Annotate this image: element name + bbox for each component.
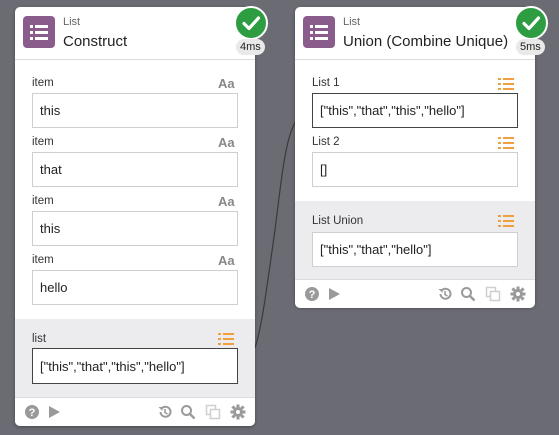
list-type-icon	[498, 137, 514, 149]
history-icon[interactable]	[437, 286, 453, 302]
output-section: list ["this","that","this","hello"]	[15, 319, 255, 397]
svg-text:?: ?	[29, 407, 36, 419]
item-input[interactable]: that	[32, 152, 238, 187]
execution-time-badge: 4ms	[236, 39, 265, 55]
list-1-input[interactable]: ["this","that","this","hello"]	[312, 93, 518, 128]
list-2-input[interactable]: []	[312, 152, 518, 187]
gear-icon[interactable]	[230, 404, 246, 420]
text-type-icon: Aa	[218, 253, 235, 268]
union-node[interactable]: List Union (Combine Unique) List 1 ["thi…	[295, 7, 535, 308]
text-type-icon: Aa	[218, 194, 235, 209]
node-header[interactable]: List Union (Combine Unique)	[295, 7, 535, 60]
node-title: Union (Combine Unique)	[343, 33, 509, 50]
input-label: item	[32, 136, 54, 148]
node-category: List	[63, 16, 81, 28]
input-label: List 1	[312, 77, 340, 89]
copy-icon[interactable]	[485, 286, 501, 302]
item-input[interactable]: this	[32, 211, 238, 246]
text-type-icon: Aa	[218, 135, 235, 150]
construct-node[interactable]: List Construct item Aa this item Aa that…	[15, 7, 255, 426]
list-node-icon	[23, 16, 55, 48]
svg-text:?: ?	[309, 289, 316, 301]
search-icon[interactable]	[460, 286, 476, 302]
play-icon[interactable]	[326, 286, 342, 302]
input-label: item	[32, 195, 54, 207]
node-header[interactable]: List Construct	[15, 7, 255, 60]
copy-icon[interactable]	[205, 404, 221, 420]
list-node-icon	[303, 16, 335, 48]
output-section: List Union ["this","that","hello"]	[295, 201, 535, 279]
output-label: List Union	[312, 215, 364, 227]
input-label: item	[32, 77, 54, 89]
list-type-icon	[498, 215, 514, 227]
node-category: List	[343, 16, 361, 28]
text-type-icon: Aa	[218, 76, 235, 91]
help-icon[interactable]: ?	[304, 286, 320, 302]
gear-icon[interactable]	[510, 286, 526, 302]
output-label: list	[32, 333, 47, 345]
history-icon[interactable]	[157, 404, 173, 420]
node-title: Construct	[63, 33, 128, 50]
input-label: item	[32, 254, 54, 266]
list-output[interactable]: ["this","that","this","hello"]	[32, 348, 238, 384]
play-icon[interactable]	[46, 404, 62, 420]
search-icon[interactable]	[180, 404, 196, 420]
success-check-icon	[514, 6, 548, 40]
execution-time-badge: 5ms	[516, 39, 545, 55]
help-icon[interactable]: ?	[24, 404, 40, 420]
node-toolbar: ?	[295, 279, 535, 308]
input-label: List 2	[312, 136, 340, 148]
success-check-icon	[234, 6, 268, 40]
item-input[interactable]: this	[32, 93, 238, 128]
list-type-icon	[218, 333, 234, 345]
item-input[interactable]: hello	[32, 270, 238, 305]
list-type-icon	[498, 78, 514, 90]
node-toolbar: ?	[15, 397, 255, 426]
list-union-output[interactable]: ["this","that","hello"]	[312, 232, 518, 267]
